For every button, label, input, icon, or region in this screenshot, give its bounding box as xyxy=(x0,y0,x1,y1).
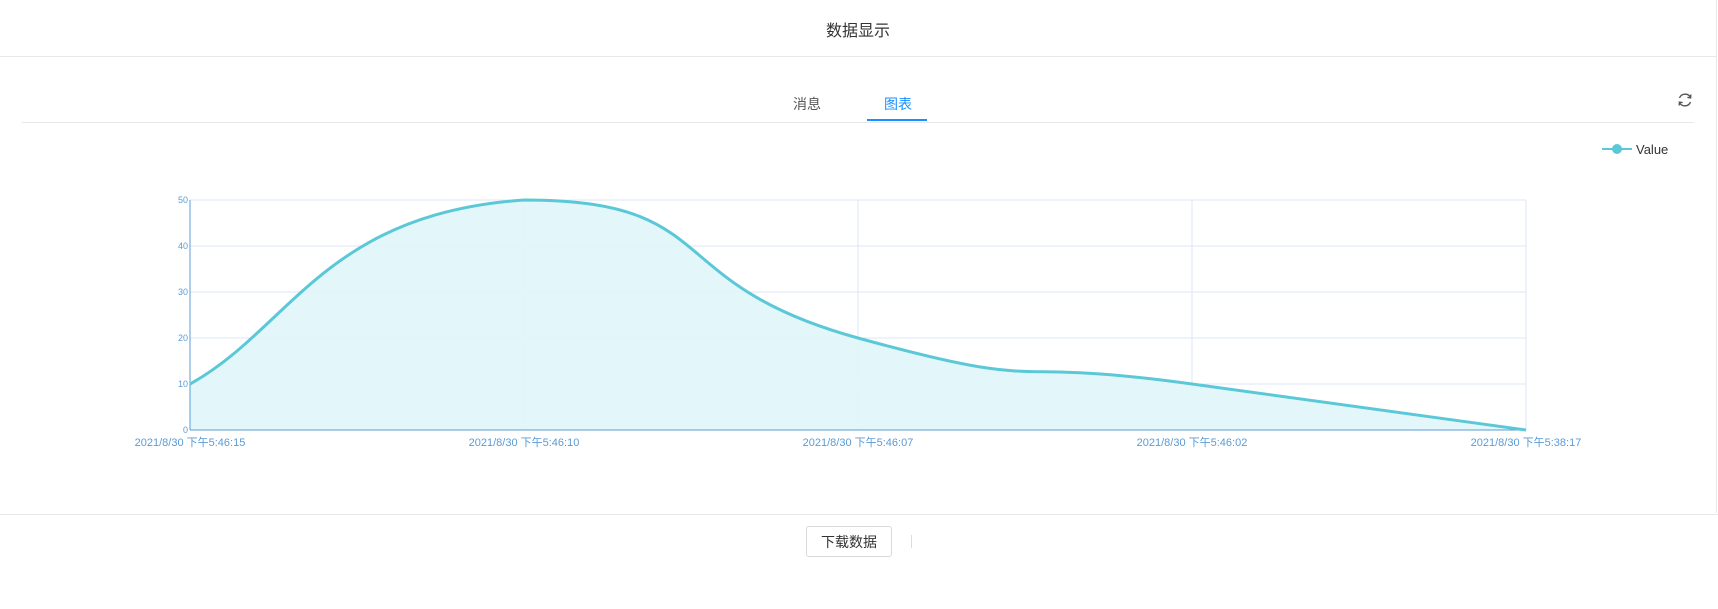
x-tick-label: 2021/8/30 下午5:46:10 xyxy=(469,436,580,449)
download-data-button[interactable]: 下载数据 xyxy=(806,526,892,557)
x-tick-label: 2021/8/30 下午5:46:02 xyxy=(1137,436,1248,449)
y-tick-label: 0 xyxy=(183,425,188,435)
y-tick-label: 30 xyxy=(178,287,188,297)
y-tick-label: 20 xyxy=(178,333,188,343)
y-tick-label: 10 xyxy=(178,379,188,389)
x-tick-label: 2021/8/30 下午5:46:07 xyxy=(803,436,914,449)
footer-divider xyxy=(911,535,912,548)
y-tick-label: 50 xyxy=(178,195,188,205)
x-tick-label: 2021/8/30 下午5:38:17 xyxy=(1471,436,1582,449)
x-tick-label: 2021/8/30 下午5:46:15 xyxy=(135,436,246,449)
legend-marker-icon xyxy=(1602,144,1632,154)
y-tick-label: 40 xyxy=(178,241,188,251)
legend-label: Value xyxy=(1636,142,1669,157)
